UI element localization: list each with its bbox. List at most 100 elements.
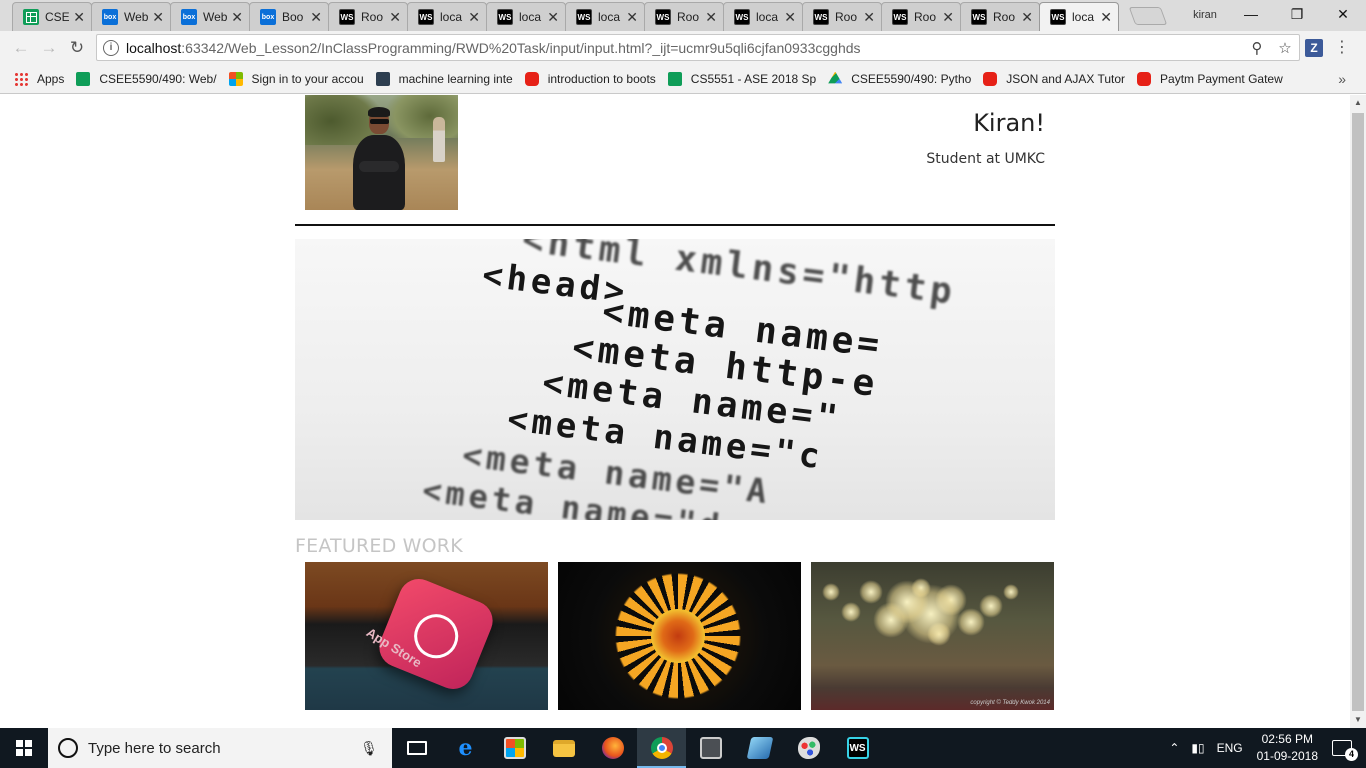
restore-icon[interactable]: ❐ [1274, 0, 1320, 28]
start-button[interactable] [0, 728, 48, 768]
taskbar-file-explorer[interactable] [539, 728, 588, 768]
taskbar-chrome[interactable] [637, 728, 686, 768]
taskbar-store[interactable] [490, 728, 539, 768]
browser-tab[interactable]: WS loca ✕ [1039, 2, 1119, 31]
clock[interactable]: 02:56 PM 01-09-2018 [1257, 731, 1318, 765]
close-tab-icon[interactable]: ✕ [942, 9, 954, 26]
youtube-icon [983, 71, 998, 86]
bookmark-label: CSEE5590/490: Web/ [99, 71, 217, 86]
browser-tab[interactable]: WS loca ✕ [486, 2, 566, 31]
bookmark-label: introduction to boots [547, 71, 656, 86]
taskbar-notepad[interactable] [735, 728, 784, 768]
bookmark-item[interactable]: Paytm Payment Gatew [1137, 71, 1283, 86]
scroll-up-icon[interactable]: ▲ [1350, 95, 1366, 111]
more-menu-icon[interactable]: ⋮ [1334, 37, 1350, 59]
browser-tab[interactable]: WS loca ✕ [565, 2, 645, 31]
url-text[interactable]: localhost:63342/Web_Lesson2/InClassProgr… [126, 40, 1243, 56]
url-host: localhost [126, 39, 182, 56]
bookmark-item[interactable]: CSEE5590/490: Pytho [828, 71, 971, 86]
bookmark-item[interactable]: JSON and AJAX Tutor [983, 71, 1125, 86]
browser-tab[interactable]: WS loca ✕ [723, 2, 803, 31]
browser-tab[interactable]: box Boo ✕ [249, 2, 329, 31]
task-view-button[interactable] [392, 728, 441, 768]
notification-icon[interactable]: 4 [1332, 740, 1358, 761]
taskbar-webstorm[interactable]: WS [833, 728, 882, 768]
bookmark-item[interactable]: introduction to boots [524, 71, 656, 86]
profile-button[interactable]: kiran [1180, 6, 1230, 24]
battery-icon[interactable]: ▮▯ [1191, 741, 1204, 755]
url-path: :63342/Web_Lesson2/InClassProgramming/RW… [181, 39, 861, 56]
taskbar-edge[interactable]: e [441, 728, 490, 768]
firefox-icon [601, 737, 624, 759]
tab-title: Web [124, 10, 149, 24]
bookmark-item[interactable]: Apps [14, 71, 64, 86]
sheets-icon [23, 9, 39, 25]
zoom-icon[interactable]: ⚲ [1243, 39, 1271, 57]
close-tab-icon[interactable]: ✕ [73, 9, 85, 26]
flower-center [651, 609, 705, 663]
bookmark-item[interactable]: CSEE5590/490: Web/ [76, 71, 217, 86]
close-tab-icon[interactable]: ✕ [468, 9, 480, 26]
featured-item-flower[interactable] [558, 562, 801, 710]
taskbar-search[interactable]: Type here to search 🎙 [48, 728, 392, 768]
bookmark-item[interactable]: machine learning inte [375, 71, 513, 86]
clock-time: 02:56 PM [1261, 732, 1313, 746]
page-viewport: Kiran! Student at UMKC <html xmlns="http… [0, 95, 1350, 728]
close-tab-icon[interactable]: ✕ [231, 9, 243, 26]
tab-title: loca [519, 10, 542, 24]
bookmark-icon [375, 71, 390, 86]
close-tab-icon[interactable]: ✕ [1100, 9, 1112, 26]
close-tab-icon[interactable]: ✕ [547, 9, 559, 26]
close-tab-icon[interactable]: ✕ [784, 9, 796, 26]
bokeh-light [841, 602, 861, 622]
microphone-icon[interactable]: 🎙 [360, 740, 378, 757]
browser-tab[interactable]: WS Roo ✕ [802, 2, 882, 31]
webstorm-icon: WS [1050, 9, 1066, 25]
page-scrollbar[interactable]: ▲ ▼ [1350, 95, 1366, 728]
bookmark-label: Sign in to your accou [251, 71, 364, 86]
new-tab-button[interactable] [1128, 7, 1168, 25]
close-tab-icon[interactable]: ✕ [389, 9, 401, 26]
browser-tab[interactable]: WS Roo ✕ [960, 2, 1040, 31]
featured-work-heading: FEATURED WORK [295, 535, 463, 557]
address-bar[interactable]: i localhost:63342/Web_Lesson2/InClassPro… [96, 34, 1300, 61]
taskbar-calculator[interactable] [686, 728, 735, 768]
close-tab-icon[interactable]: ✕ [626, 9, 638, 26]
browser-tab[interactable]: box Web ✕ [170, 2, 250, 31]
scroll-down-icon[interactable]: ▼ [1350, 712, 1366, 728]
tab-list: CSE ✕ box Web ✕ box Web ✕ box Boo ✕ WS Roo ✕ WS loca ✕ WS… [12, 2, 1119, 31]
minimize-icon[interactable]: — [1228, 0, 1274, 28]
close-tab-icon[interactable]: ✕ [310, 9, 322, 26]
close-tab-icon[interactable]: ✕ [705, 9, 717, 26]
info-icon[interactable]: i [103, 39, 119, 56]
forward-arrow-icon[interactable]: → [38, 37, 60, 59]
browser-tab[interactable]: box Web ✕ [91, 2, 171, 31]
taskbar-paint[interactable] [784, 728, 833, 768]
close-tab-icon[interactable]: ✕ [1021, 9, 1033, 26]
show-hidden-icons-icon[interactable]: ⌃ [1169, 741, 1179, 755]
featured-item-bokeh[interactable]: copyright © Teddy Kwok 2014 [811, 562, 1054, 710]
browser-tab[interactable]: CSE ✕ [12, 2, 92, 31]
microsoft-icon [228, 71, 243, 86]
language-indicator[interactable]: ENG [1217, 741, 1243, 755]
close-tab-icon[interactable]: ✕ [152, 9, 164, 26]
bookmark-item[interactable]: CS5551 - ASE 2018 Sp [667, 71, 816, 86]
close-tab-icon[interactable]: ✕ [863, 9, 875, 26]
browser-tab[interactable]: WS loca ✕ [407, 2, 487, 31]
extension-z-icon[interactable]: Z [1305, 39, 1323, 57]
browser-tab[interactable]: WS Roo ✕ [328, 2, 408, 31]
bookmark-item[interactable]: Sign in to your accou [228, 71, 364, 86]
browser-tab[interactable]: WS Roo ✕ [881, 2, 961, 31]
reload-icon[interactable]: ↻ [66, 37, 88, 59]
youtube-icon [1137, 71, 1152, 86]
browser-tab[interactable]: WS Roo ✕ [644, 2, 724, 31]
close-window-icon[interactable]: ✕ [1320, 0, 1366, 28]
photo-person-sunglasses [370, 119, 389, 124]
back-arrow-icon[interactable]: ← [10, 37, 32, 59]
taskbar-firefox[interactable] [588, 728, 637, 768]
scrollbar-thumb[interactable] [1352, 113, 1364, 711]
featured-item-app-store[interactable]: App Store [305, 562, 548, 710]
bookmark-star-icon[interactable]: ☆ [1271, 39, 1299, 57]
bookmarks-overflow-icon[interactable]: » [1338, 71, 1346, 87]
tab-title: Roo [677, 10, 700, 24]
